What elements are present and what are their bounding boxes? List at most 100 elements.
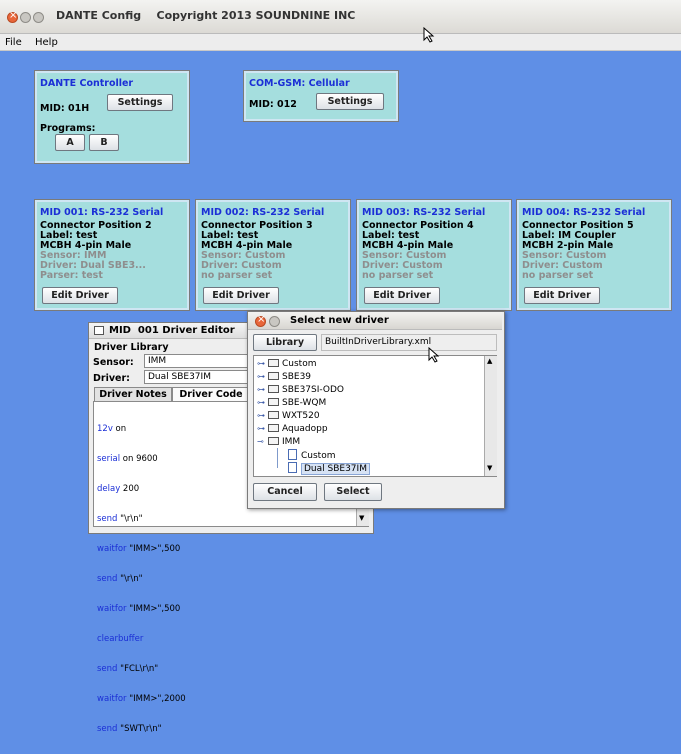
program-a-button[interactable]: A	[55, 134, 85, 151]
code-args: on 9600	[120, 454, 158, 464]
tree-node-expanded[interactable]: ⊸ IMM	[257, 436, 300, 448]
tree-node-label: SBE39	[282, 372, 312, 382]
tree-node-label: Custom	[282, 359, 317, 369]
sensor-field[interactable]: IMM	[144, 354, 254, 368]
scroll-up-icon[interactable]: ▲	[487, 357, 492, 365]
tree-node[interactable]: ⊶ SBE37SI-ODO	[257, 384, 344, 396]
file-icon	[288, 462, 297, 473]
tree-node-label: WXT520	[282, 411, 320, 421]
scroll-down-icon[interactable]: ▼	[359, 514, 364, 522]
tree-node-label: SBE-WQM	[282, 398, 327, 408]
controller-mid: MID: 01H	[40, 103, 90, 114]
folder-icon	[268, 385, 279, 393]
edit-driver-button[interactable]: Edit Driver	[203, 287, 279, 304]
slot-panel-1: MID 001: RS-232 Serial Connector Positio…	[34, 199, 190, 311]
scroll-down-icon[interactable]: ▼	[487, 464, 492, 472]
dialog-close-button[interactable]	[255, 314, 266, 327]
code-args: "IMM>",500	[126, 604, 181, 614]
library-button[interactable]: Library	[253, 334, 317, 351]
slot-title: MID 002: RS-232 Serial	[201, 207, 325, 218]
tab-driver-notes[interactable]: Driver Notes	[94, 387, 172, 401]
comgsm-mid: MID: 012	[249, 99, 297, 110]
folder-icon	[268, 424, 279, 432]
tree-scrollbar[interactable]: ▲ ▼	[484, 356, 497, 476]
slot-panel-2: MID 002: RS-232 Serial Connector Positio…	[195, 199, 351, 311]
window-icon	[94, 326, 104, 335]
code-keyword: delay	[97, 484, 121, 494]
code-text: 12v on serial on 9600 delay 200 send "\r…	[97, 404, 186, 754]
code-keyword: send	[97, 574, 118, 584]
code-args: "IMM>",500	[126, 544, 181, 554]
mouse-cursor-icon	[423, 27, 435, 43]
menu-file[interactable]: File	[5, 37, 22, 48]
tree-node[interactable]: ⊶ WXT520	[257, 410, 320, 422]
tree-node-label: SBE37SI-ODO	[282, 385, 344, 395]
window-titlebar: DANTE Config Copyright 2013 SOUNDNINE IN…	[0, 0, 681, 34]
file-icon	[288, 449, 297, 460]
code-keyword: clearbuffer	[97, 634, 144, 644]
tree-leaf-label: Dual SBE37IM	[301, 463, 370, 475]
tree-node[interactable]: ⊶ Custom	[257, 358, 316, 370]
slot-title: MID 001: RS-232 Serial	[40, 207, 164, 218]
minimize-window-button[interactable]	[20, 12, 31, 23]
code-keyword: serial	[97, 454, 121, 464]
edit-driver-button[interactable]: Edit Driver	[524, 287, 600, 304]
select-driver-dialog: Select new driver Library BuiltInDriverL…	[247, 311, 505, 509]
close-window-button[interactable]	[7, 10, 18, 23]
comgsm-settings-button[interactable]: Settings	[316, 93, 384, 110]
comgsm-title: COM-GSM: Cellular	[249, 78, 350, 89]
code-keyword: send	[97, 664, 118, 674]
tree-leaf-label: Custom	[301, 451, 336, 461]
code-args: 200	[120, 484, 140, 494]
slot-parser: no parser set	[201, 270, 273, 281]
tree-node-label: Aquadopp	[282, 424, 328, 434]
controller-settings-button[interactable]: Settings	[107, 94, 173, 111]
menu-help[interactable]: Help	[35, 37, 58, 48]
edit-driver-button[interactable]: Edit Driver	[42, 287, 118, 304]
folder-icon	[268, 398, 279, 406]
dialog-titlebar: Select new driver	[248, 312, 502, 330]
menu-bar: File Help	[0, 34, 681, 51]
tree-node[interactable]: ⊶ Aquadopp	[257, 423, 328, 435]
tree-leaf-selected[interactable]: Dual SBE37IM	[288, 462, 370, 475]
window-title: DANTE Config Copyright 2013 SOUNDNINE IN…	[56, 9, 356, 22]
controller-title: DANTE Controller	[40, 78, 134, 89]
driver-tree[interactable]: ⊶ Custom ⊶ SBE39 ⊶ SBE37SI-ODO ⊶ SBE-WQM ⊶ WX…	[253, 355, 497, 477]
code-args: "\r\n"	[117, 574, 143, 584]
slot-parser: no parser set	[522, 270, 594, 281]
cancel-button[interactable]: Cancel	[253, 483, 317, 501]
slot-panel-3: MID 003: RS-232 Serial Connector Positio…	[356, 199, 512, 311]
slot-parser: no parser set	[362, 270, 434, 281]
code-keyword: 12v	[97, 424, 113, 434]
code-args: "\r\n"	[117, 514, 143, 524]
driver-field[interactable]: Dual SBE37IM	[144, 370, 254, 384]
code-keyword: send	[97, 724, 118, 734]
code-keyword: waitfor	[97, 694, 127, 704]
select-button[interactable]: Select	[324, 483, 382, 501]
tree-node[interactable]: ⊶ SBE-WQM	[257, 397, 326, 409]
controller-panel: DANTE Controller MID: 01H Settings Progr…	[34, 70, 190, 164]
code-args: "FCL\r\n"	[117, 664, 159, 674]
driver-label: Driver:	[93, 373, 130, 384]
maximize-window-button[interactable]	[33, 12, 44, 23]
code-args: on	[112, 424, 127, 434]
dialog-maximize-button[interactable]	[269, 316, 280, 327]
folder-icon	[268, 372, 279, 380]
folder-icon	[268, 437, 279, 445]
code-args: "IMM>",2000	[126, 694, 186, 704]
sensor-label: Sensor:	[93, 357, 134, 368]
edit-driver-button[interactable]: Edit Driver	[364, 287, 440, 304]
slot-panel-4: MID 004: RS-232 Serial Connector Positio…	[516, 199, 672, 311]
tree-node-label: IMM	[282, 437, 301, 447]
slot-title: MID 003: RS-232 Serial	[362, 207, 486, 218]
comgsm-panel: COM-GSM: Cellular MID: 012 Settings	[243, 70, 399, 122]
tree-node[interactable]: ⊶ SBE39	[257, 371, 311, 383]
mouse-cursor-icon	[428, 347, 440, 363]
program-b-button[interactable]: B	[89, 134, 119, 151]
code-keyword: waitfor	[97, 544, 127, 554]
tree-leaf[interactable]: Custom	[288, 449, 335, 462]
folder-icon	[268, 359, 279, 367]
dialog-title: Select new driver	[290, 315, 389, 326]
tab-driver-code[interactable]: Driver Code	[172, 387, 250, 401]
code-keyword: waitfor	[97, 604, 127, 614]
